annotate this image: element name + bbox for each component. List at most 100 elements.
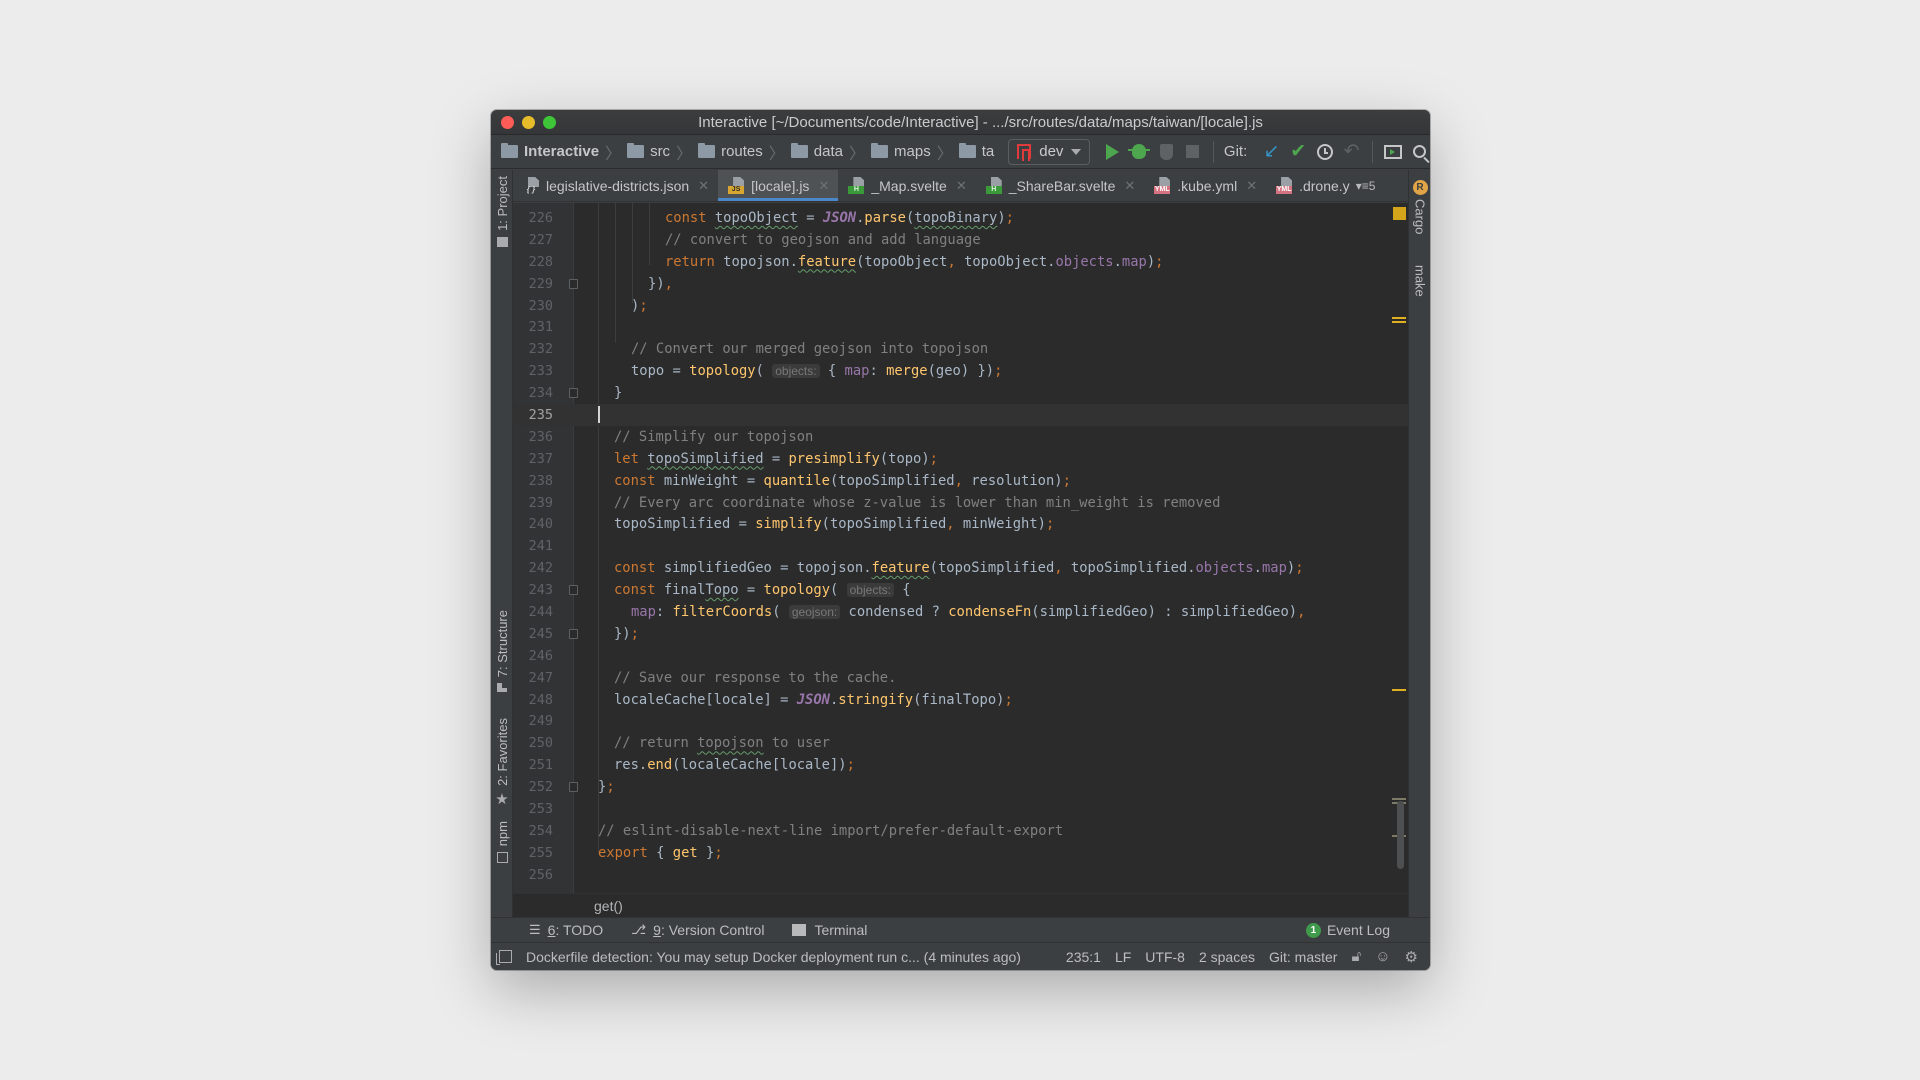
- git-update-icon: ↙: [1263, 141, 1280, 162]
- error-stripe[interactable]: [1392, 203, 1408, 893]
- run-button[interactable]: [1102, 139, 1123, 165]
- breadcrumb-routes[interactable]: routes: [698, 143, 763, 160]
- help-settings-icon[interactable]: ⚙: [1405, 948, 1418, 966]
- toggle-tool-windows-icon[interactable]: [496, 950, 512, 965]
- code-text: // eslint-disable-next-line import/prefe…: [598, 822, 1064, 839]
- list-icon: ☰: [529, 922, 541, 937]
- warning-marker[interactable]: [1392, 317, 1406, 319]
- close-tab-icon[interactable]: ✕: [956, 178, 967, 194]
- stop-button[interactable]: [1182, 139, 1203, 165]
- breadcrumb-maps[interactable]: maps: [871, 143, 931, 160]
- line-number: 232: [528, 341, 553, 358]
- line-number: 256: [528, 866, 553, 883]
- close-tab-icon[interactable]: ✕: [1124, 178, 1135, 194]
- code-text: );: [631, 297, 648, 314]
- breadcrumb-taiwan[interactable]: ta: [958, 143, 994, 160]
- structure-tool-button[interactable]: 7: Structure: [491, 610, 513, 693]
- breadcrumb-src[interactable]: src: [627, 143, 670, 160]
- code-line: 252 };: [513, 776, 1408, 798]
- code-line: 231: [513, 316, 1408, 338]
- status-message[interactable]: Dockerfile detection: You may setup Dock…: [526, 949, 1021, 965]
- git-update-button[interactable]: ↙: [1261, 139, 1282, 165]
- code-line: 242 const simplifiedGeo = topojson.featu…: [513, 557, 1408, 579]
- code-text: const simplifiedGeo = topojson.feature(t…: [614, 560, 1304, 577]
- make-tool-button[interactable]: make: [1409, 265, 1430, 297]
- git-rollback-button[interactable]: ↶: [1341, 139, 1362, 165]
- coverage-button[interactable]: [1156, 139, 1177, 165]
- indent-setting[interactable]: 2 spaces: [1199, 949, 1255, 965]
- search-everywhere-button[interactable]: [1409, 139, 1430, 165]
- code-line: 256: [513, 864, 1408, 886]
- line-number: 255: [528, 844, 553, 861]
- npm-tool-button[interactable]: npm: [491, 821, 513, 864]
- code-line: 254 // eslint-disable-next-line import/p…: [513, 820, 1408, 842]
- fold-icon[interactable]: [569, 782, 578, 793]
- vertical-scrollbar[interactable]: [1397, 801, 1404, 869]
- code-text: }: [614, 385, 623, 402]
- warning-marker[interactable]: [1392, 689, 1406, 691]
- terminal-tool-button[interactable]: Terminal: [792, 922, 867, 938]
- fold-icon[interactable]: [569, 388, 578, 399]
- tab-kube-yml[interactable]: YML .kube.yml ✕: [1144, 170, 1266, 201]
- git-commit-button[interactable]: ✔: [1288, 139, 1309, 165]
- tab-locale-js[interactable]: JS [locale].js ✕: [718, 170, 839, 201]
- version-control-tool-button[interactable]: ⎇ 9: Version Control: [631, 922, 764, 938]
- todo-tool-button[interactable]: ☰ 6: TODO: [529, 922, 603, 938]
- tab-legislative-districts-json[interactable]: { } legislative-districts.json ✕: [513, 170, 718, 201]
- run-configuration-select[interactable]: dev: [1008, 138, 1091, 165]
- unlock-icon[interactable]: 🔓︎: [1351, 948, 1361, 965]
- breadcrumb-project[interactable]: Interactive: [501, 143, 599, 160]
- line-separator[interactable]: LF: [1115, 949, 1131, 965]
- code-text: res.end(localeCache[locale]);: [614, 757, 855, 774]
- line-number: 246: [528, 647, 553, 664]
- close-window-button[interactable]: [501, 116, 514, 129]
- close-tab-icon[interactable]: ✕: [818, 178, 829, 194]
- warning-marker[interactable]: [1392, 321, 1406, 323]
- close-tab-icon[interactable]: ✕: [698, 178, 709, 194]
- line-number: 239: [528, 494, 553, 511]
- project-tool-button[interactable]: 1: Project: [491, 176, 513, 247]
- cargo-tool-button[interactable]: R Cargo: [1409, 180, 1430, 234]
- fold-icon[interactable]: [569, 628, 578, 639]
- tab-map-svelte[interactable]: H _Map.svelte ✕: [838, 170, 975, 201]
- tab-drone-yml[interactable]: YML .drone.y: [1266, 170, 1350, 201]
- minimize-window-button[interactable]: [522, 116, 535, 129]
- marker[interactable]: [1392, 798, 1406, 800]
- js-file-icon: JS: [728, 177, 745, 194]
- status-bar: Dockerfile detection: You may setup Dock…: [491, 942, 1430, 970]
- code-line: 247 // Save our response to the cache.: [513, 667, 1408, 689]
- inspector-icon[interactable]: ☺: [1375, 948, 1390, 965]
- fold-icon[interactable]: [569, 278, 578, 289]
- warning-indicator-icon[interactable]: [1393, 207, 1406, 220]
- maximize-window-button[interactable]: [543, 116, 556, 129]
- favorites-tool-button[interactable]: 2: Favorites ★: [491, 718, 513, 808]
- code-breadcrumb-get[interactable]: get(): [594, 898, 623, 914]
- git-history-button[interactable]: [1315, 139, 1336, 165]
- code-line: 253: [513, 798, 1408, 820]
- line-number: 230: [528, 297, 553, 314]
- caret-position[interactable]: 235:1: [1066, 949, 1101, 965]
- code-text: let topoSimplified = presimplify(topo);: [614, 450, 938, 467]
- terminal-icon: [792, 924, 807, 936]
- code-line: 243 const finalTopo = topology( objects:…: [513, 579, 1408, 601]
- code-line: 229 }),: [513, 273, 1408, 295]
- code-text: map: filterCoords( geojson: condensed ? …: [631, 603, 1306, 620]
- line-number: 240: [528, 516, 553, 533]
- show-hidden-tabs-button[interactable]: ▾≡ 5: [1356, 170, 1376, 201]
- tab-sharebar-svelte[interactable]: H _ShareBar.svelte ✕: [976, 170, 1145, 201]
- breadcrumb-data[interactable]: data: [790, 143, 843, 160]
- code-text: return topojson.feature(topoObject, topo…: [665, 253, 1164, 270]
- terminal-window-button[interactable]: [1383, 139, 1404, 165]
- line-number: 251: [528, 757, 553, 774]
- file-encoding[interactable]: UTF-8: [1145, 949, 1185, 965]
- line-number: 234: [528, 385, 553, 402]
- fold-icon[interactable]: [569, 585, 578, 596]
- git-branch[interactable]: Git: master: [1269, 949, 1337, 965]
- breadcrumb-label: routes: [721, 143, 763, 160]
- close-tab-icon[interactable]: ✕: [1246, 178, 1257, 194]
- code-text: };: [598, 779, 615, 796]
- event-log-button[interactable]: 1 Event Log: [1305, 922, 1390, 938]
- debug-button[interactable]: [1128, 139, 1151, 165]
- text-cursor: [598, 406, 600, 424]
- code-editor[interactable]: 226 const topoObject = JSON.parse(topoBi…: [513, 203, 1408, 893]
